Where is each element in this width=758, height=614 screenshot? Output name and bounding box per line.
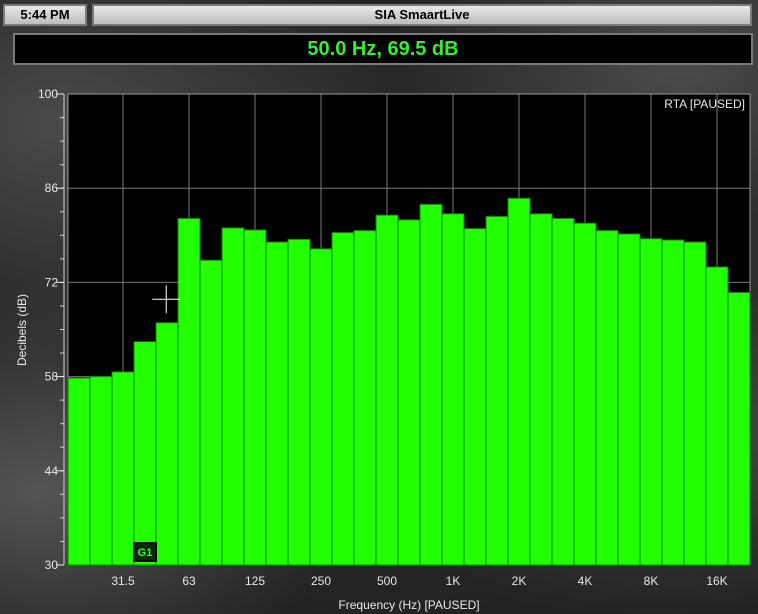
- bar: [331, 232, 355, 566]
- bar: [683, 241, 707, 566]
- bar: [67, 377, 91, 566]
- bar: [177, 217, 201, 566]
- bar: [529, 213, 553, 566]
- x-tick-label: 63: [182, 574, 196, 588]
- x-tick-label: 31.5: [111, 574, 135, 588]
- bar: [463, 228, 487, 566]
- x-tick-label: 16K: [706, 574, 727, 588]
- g1-marker[interactable]: G1: [133, 542, 157, 562]
- bar: [551, 217, 575, 566]
- bar: [199, 259, 223, 566]
- rta-status-label: RTA [PAUSED]: [664, 97, 745, 111]
- bar: [639, 238, 663, 566]
- bar: [243, 229, 267, 566]
- y-tick-label: 86: [45, 181, 59, 195]
- x-tick-label: 8K: [644, 574, 659, 588]
- x-axis: 31.5 63 125 250 500 1K 2K 4K 8K 16K: [111, 574, 727, 588]
- y-tick-label: 58: [45, 370, 59, 384]
- bar: [507, 197, 531, 566]
- y-axis: 30 44 58 72 86 100: [38, 87, 65, 572]
- y-tick-label: 100: [38, 87, 58, 101]
- bar: [727, 291, 751, 566]
- bar: [595, 230, 619, 566]
- x-tick-label: 250: [311, 574, 331, 588]
- x-tick-label: 125: [245, 574, 265, 588]
- bar: [375, 214, 399, 566]
- bar: [309, 248, 333, 566]
- rta-chart[interactable]: 30 44 58 72 86 100 31.5 63 125 250 500 1K 2K 4K 8K 16K…: [0, 0, 758, 614]
- bar: [133, 341, 157, 566]
- bar: [419, 203, 443, 566]
- bar: [485, 215, 509, 566]
- bar: [573, 222, 597, 566]
- x-tick-label: 1K: [446, 574, 461, 588]
- x-axis-title: Frequency (Hz) [PAUSED]: [338, 598, 479, 612]
- bar: [111, 371, 135, 566]
- bar: [397, 219, 421, 566]
- bar: [661, 239, 685, 566]
- bar: [705, 266, 729, 566]
- x-tick-label: 4K: [578, 574, 593, 588]
- bar: [89, 376, 113, 566]
- bar: [155, 322, 179, 566]
- y-tick-label: 72: [45, 275, 59, 289]
- marker-label: G1: [138, 547, 153, 559]
- y-tick-label: 44: [45, 464, 59, 478]
- bar: [617, 233, 641, 566]
- x-tick-label: 500: [377, 574, 397, 588]
- bar: [287, 238, 311, 566]
- bar: [353, 230, 377, 566]
- y-axis-title: Decibels (dB): [15, 294, 29, 366]
- bar: [441, 213, 465, 566]
- y-tick-label: 30: [45, 558, 59, 572]
- bar: [265, 241, 289, 566]
- x-tick-label: 2K: [512, 574, 527, 588]
- bar: [221, 227, 245, 566]
